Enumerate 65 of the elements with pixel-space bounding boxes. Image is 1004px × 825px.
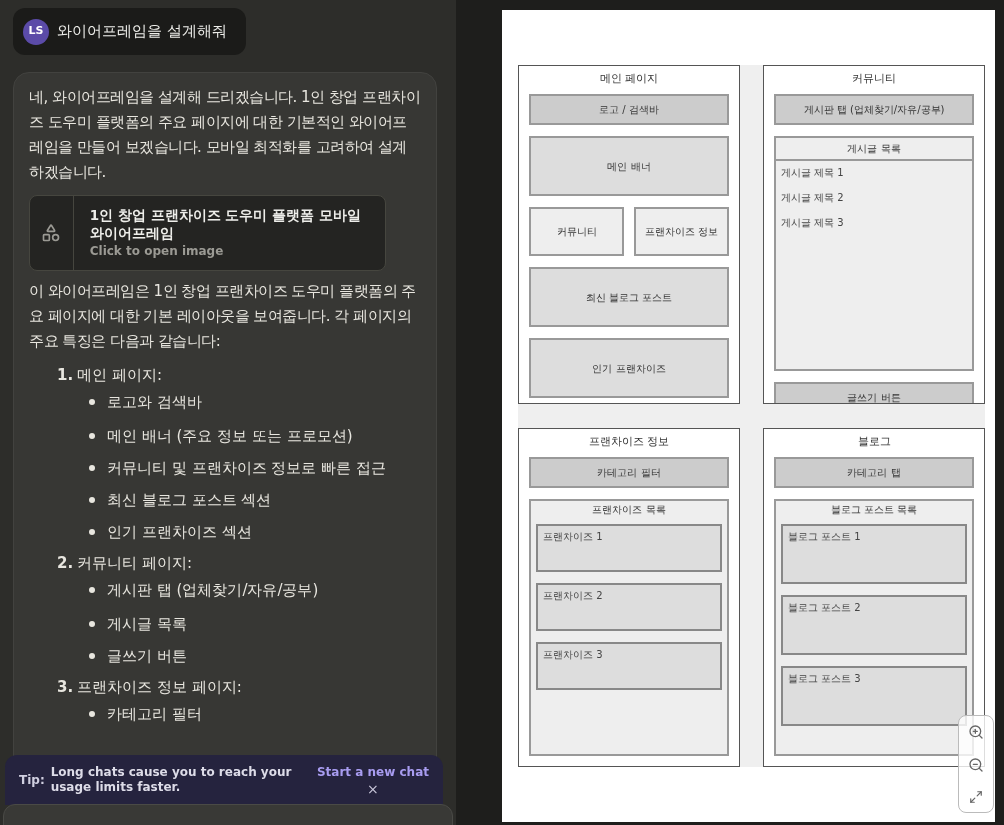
list-item-text: 게시글 제목 2 <box>781 191 845 205</box>
zoom-out-icon[interactable] <box>968 757 984 773</box>
list-header: 블로그 포스트 목록 <box>829 502 919 513</box>
bullet-text: 로고와 검색바 <box>107 391 202 413</box>
wireframe-block: 프랜차이즈 정보 <box>634 207 729 256</box>
shapes-icon <box>41 223 62 243</box>
page-title: 커뮤니티 <box>851 71 897 83</box>
close-button[interactable]: × <box>367 781 379 797</box>
list-header: 프랜차이즈 목록 <box>591 502 667 513</box>
page-title: 메인 페이지 <box>598 71 660 83</box>
wireframe-bar: 카테고리 필터 <box>529 456 729 488</box>
list-number: 3. <box>57 676 74 698</box>
bullet-text: 게시판 탭 (업체찾기/자유/공부) <box>107 579 319 601</box>
bullet-text: 카테고리 필터 <box>107 703 202 725</box>
section-title: 커뮤니티 페이지: <box>77 552 192 574</box>
tip-text: Long chats cause you to reach your usage limits faster. <box>50 765 293 795</box>
wireframe-bar: 카테고리 탭 <box>774 456 974 488</box>
page-title: 블로그 <box>856 433 892 446</box>
message-text: 와이어프레임을 설계해줘 <box>57 21 227 43</box>
new-chat-link[interactable]: Start a new chat <box>316 763 429 781</box>
bullet-icon <box>89 587 95 593</box>
list-card: 프랜차이즈 1 <box>536 523 722 572</box>
bullet-icon <box>89 621 95 627</box>
section-title: 프랜차이즈 정보 페이지: <box>77 676 242 698</box>
bullet-icon <box>89 433 95 439</box>
bullet-icon <box>89 399 95 405</box>
list-card: 프랜차이즈 2 <box>536 582 722 631</box>
list-item-text: 게시글 제목 1 <box>781 166 845 180</box>
zoom-in-icon[interactable] <box>968 724 984 741</box>
list-card: 블로그 포스트 3 <box>781 665 967 726</box>
list-card: 블로그 포스트 2 <box>781 594 967 655</box>
list-card: 프랜차이즈 3 <box>536 641 722 690</box>
bullet-text: 메인 배너 (주요 정보 또는 프로모션) <box>107 425 353 447</box>
wireframe-bar: 글쓰기 버튼 <box>774 382 974 403</box>
list-number: 1. <box>57 364 74 386</box>
wireframe-block: 메인 배너 <box>529 136 729 196</box>
wireframe-block: 최신 블로그 포스트 <box>529 267 729 327</box>
bullet-text: 게시글 목록 <box>107 613 187 635</box>
tip-label: Tip: <box>19 772 45 789</box>
bullet-text: 커뮤니티 및 프랜차이즈 정보로 빠른 접근 <box>107 457 386 479</box>
page-title: 프랜차이즈 정보 <box>587 433 671 446</box>
wireframe-bar: 게시판 탭 (업체찾기/자유/공부) <box>774 94 974 125</box>
section-title: 메인 페이지: <box>77 364 162 386</box>
bullet-icon <box>89 529 95 535</box>
bullet-text: 인기 프랜차이즈 섹션 <box>107 521 252 543</box>
wireframe-bar: 로고 / 검색바 <box>529 94 729 125</box>
list-number: 2. <box>57 552 74 574</box>
artifact-title: 1인 창업 프랜차이즈 도우미 플랫폼 모바일 와이어프레임 <box>89 206 362 242</box>
bullet-icon <box>89 465 95 471</box>
wireframe-block: 커뮤니티 <box>529 207 624 256</box>
avatar: LS <box>23 18 49 45</box>
artifact-subtitle: Click to open image <box>89 243 225 260</box>
message-text: 네, 와이어프레임을 설계해 드리겠습니다. 1인 창업 프랜차이즈 도우미 플랫폼의 주요 페이지에 대한 기본적인 와이어프레임을 만들어 보겠습니다. 모바일 최적화를 고려하여 설계하겠습니다. <box>29 87 421 183</box>
list-card: 블로그 포스트 1 <box>781 523 967 584</box>
list-item-text: 게시글 제목 3 <box>781 216 845 230</box>
bullet-icon <box>89 653 95 659</box>
bullet-text: 글쓰기 버튼 <box>107 645 187 667</box>
bullet-icon <box>89 711 95 717</box>
wireframe-block: 인기 프랜차이즈 <box>529 338 729 398</box>
bullet-icon <box>89 497 95 503</box>
expand-icon[interactable] <box>969 789 983 804</box>
list-header: 게시글 목록 <box>776 138 972 161</box>
artifact-card[interactable]: 1인 창업 프랜차이즈 도우미 플랫폼 모바일 와이어프레임 Click to open image <box>29 195 386 271</box>
message-text: 이 와이어프레임은 1인 창업 프랜차이즈 도우미 플랫폼의 주요 페이지에 대한 기본 레이아웃을 보여줍니다. 각 페이지의 주요 특징은 다음과 같습니다: <box>29 281 417 352</box>
bullet-text: 최신 블로그 포스트 섹션 <box>107 489 272 511</box>
